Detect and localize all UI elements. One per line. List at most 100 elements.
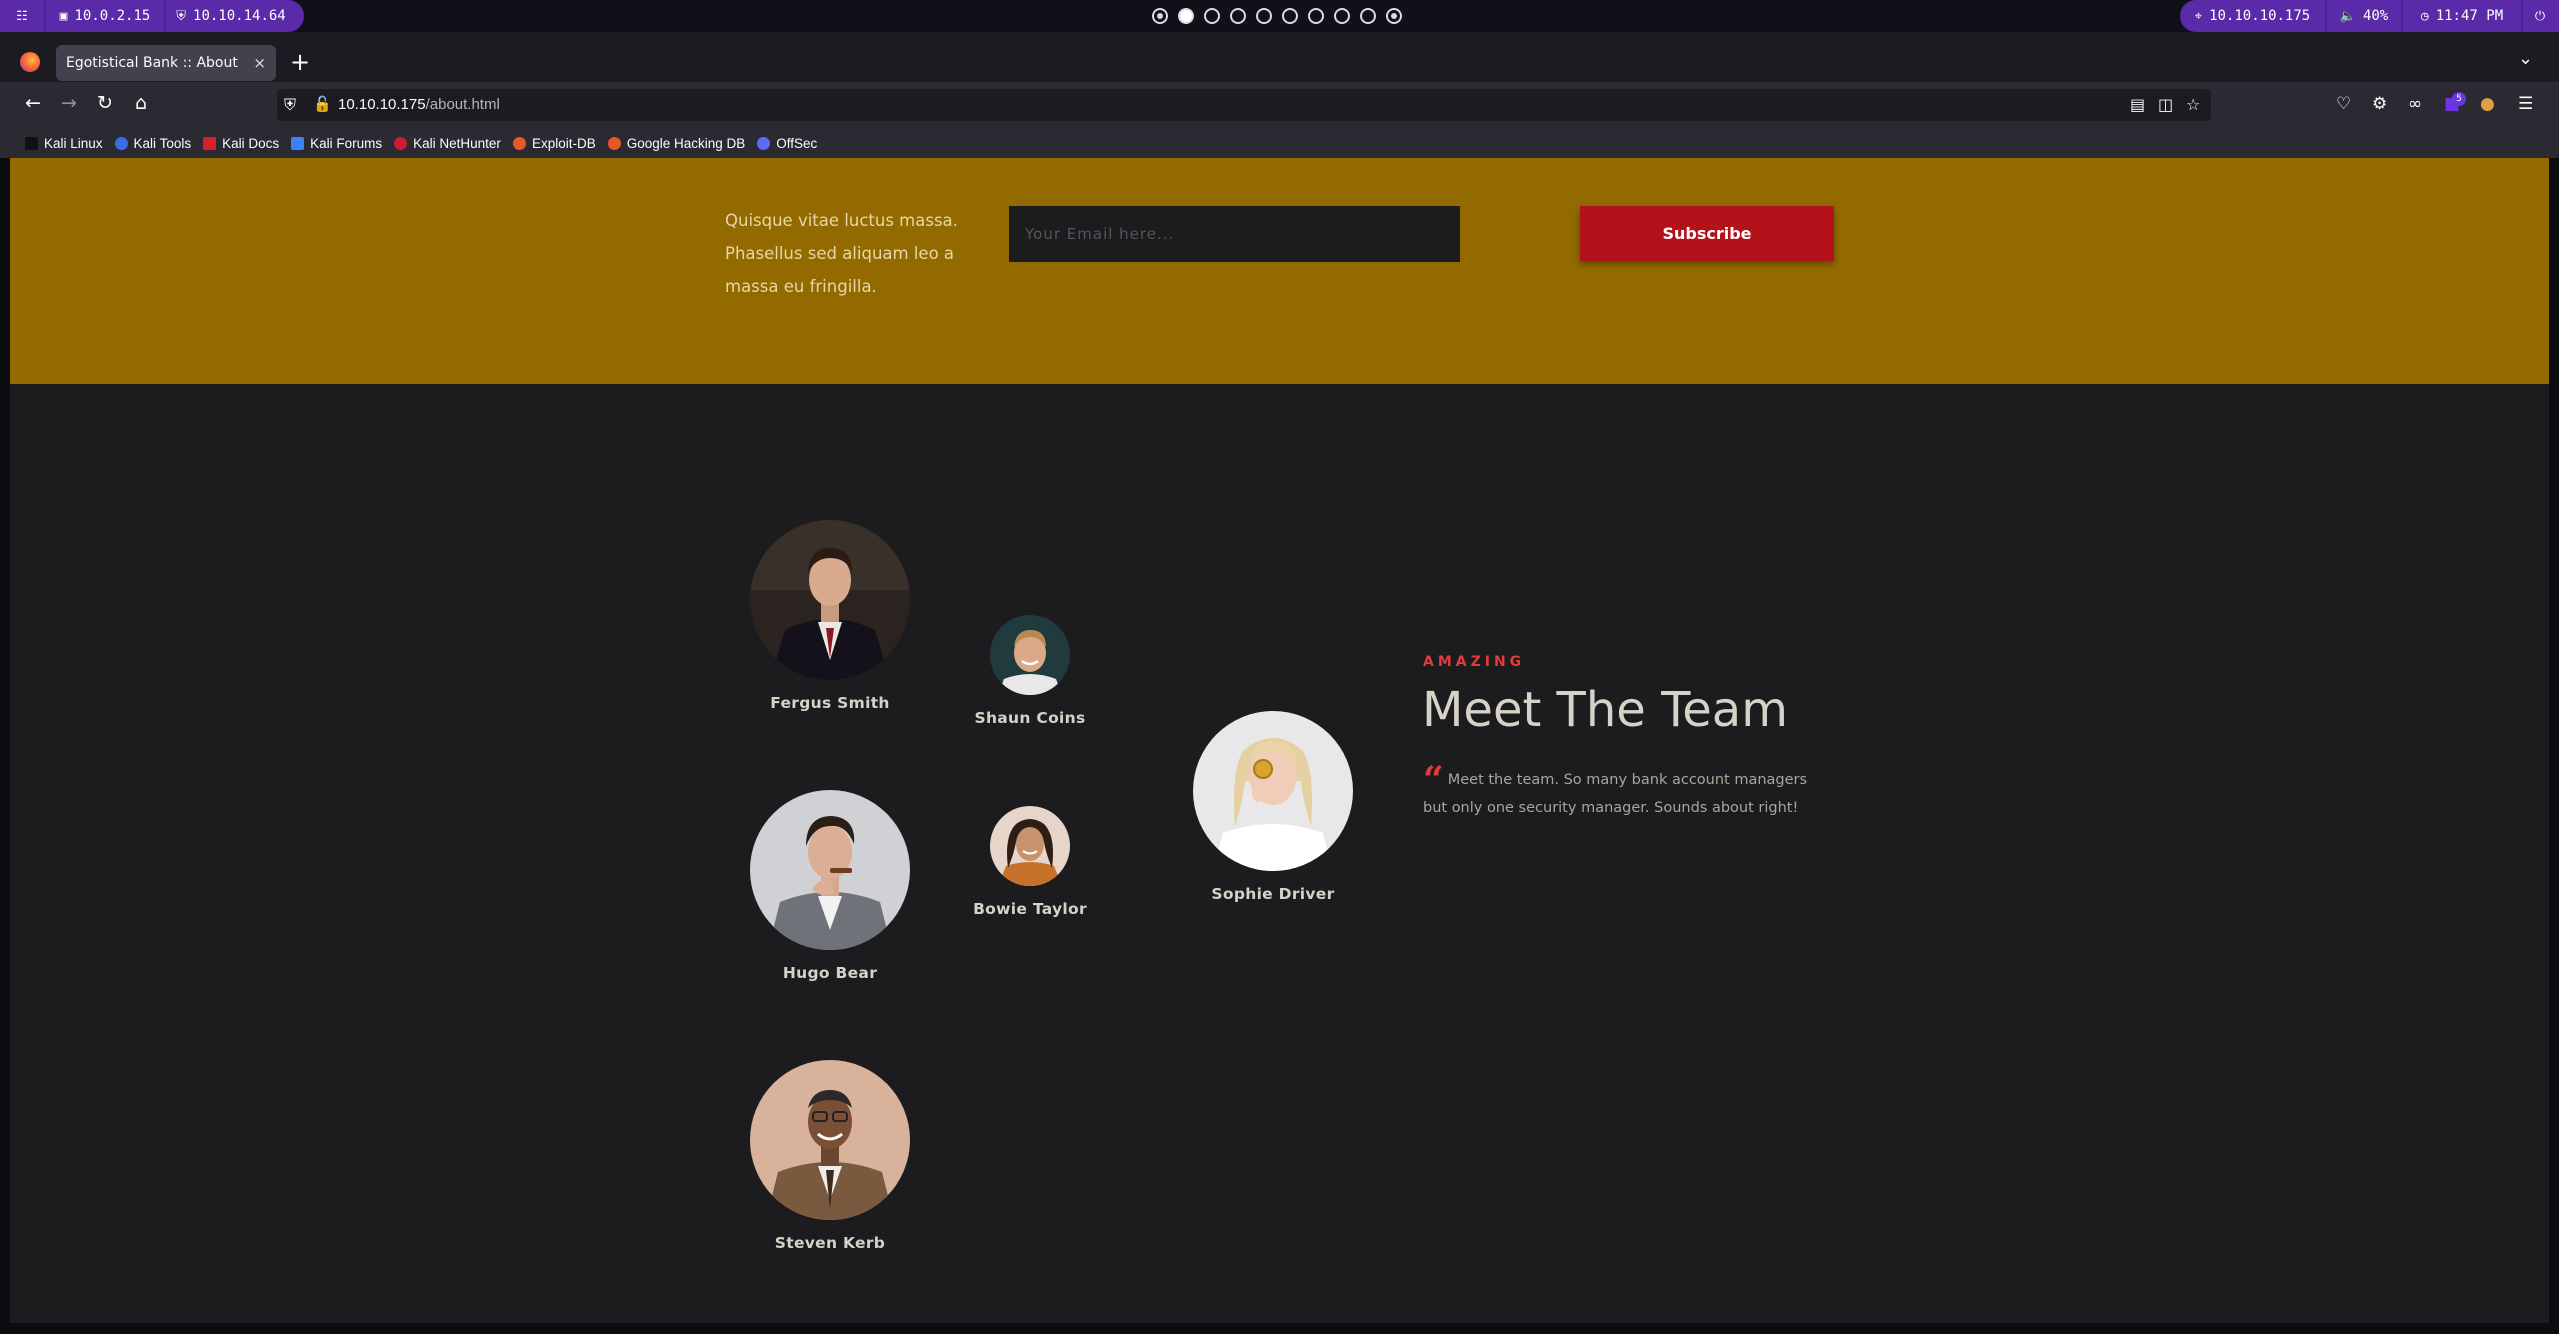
bookmark-kali-linux[interactable]: Kali Linux [25,136,103,151]
foxyproxy-icon[interactable]: ∞ [2408,94,2422,114]
workspace-2[interactable] [1178,8,1194,24]
clock-widget[interactable]: ◷ 11:47 PM [2403,8,2521,24]
bookmark-google-hacking-db[interactable]: Google Hacking DB [607,136,745,151]
forward-icon[interactable]: → [56,92,82,114]
team-member-fergus-smith[interactable]: Fergus Smith [740,520,920,712]
team-description: “Meet the team. So many bank account man… [1423,762,1833,822]
firefox-logo-icon [20,52,40,72]
avatar [990,615,1070,695]
email-input[interactable] [1009,206,1460,262]
new-tab-button[interactable]: + [290,48,310,76]
url-path: /about.html [425,96,500,113]
list-all-tabs-icon[interactable]: ⌄ [2518,48,2533,69]
workspace-8[interactable] [1334,8,1350,24]
clock-label: 11:47 PM [2435,8,2504,24]
url-text[interactable]: 10.10.10.175/about.html [338,96,500,113]
team-member-sophie-driver[interactable]: Sophie Driver [1183,711,1363,903]
volume-label: 40% [2362,8,2389,24]
page-viewport: Quisque vitae luctus massa. Phasellus se… [10,158,2549,1323]
account-avatar-icon[interactable]: ● [2480,94,2495,114]
bookmark-kali-tools[interactable]: Kali Tools [114,136,191,151]
url-bar[interactable] [277,89,2211,121]
kali-docs-icon [203,136,217,150]
bookmarks-toolbar: Kali Linux Kali Tools Kali Docs Kali For… [0,128,2559,158]
team-member-steven-kerb[interactable]: Steven Kerb [740,1060,920,1252]
tab-egotistical-bank[interactable]: Egotistical Bank :: About × [56,45,276,81]
member-name: Fergus Smith [770,694,890,712]
offsec-icon [757,136,771,150]
bookmark-kali-nethunter[interactable]: Kali NetHunter [394,136,501,151]
vpn-ip-widget[interactable]: ⛨ 10.10.14.64 [166,8,296,24]
host-ip-label: 10.0.2.15 [74,8,151,24]
avatar [750,520,910,680]
translate-icon[interactable]: ◫ [2158,95,2173,114]
insecure-lock-icon[interactable]: 🔓 [313,95,332,113]
workspace-6[interactable] [1282,8,1298,24]
tab-close-icon[interactable]: × [253,54,266,72]
team-member-bowie-taylor[interactable]: Bowie Taylor [965,806,1095,918]
team-kicker: AMAZING [1423,654,1526,670]
team-heading: Meet The Team [1422,682,1788,738]
workspace-switcher [1152,8,1402,24]
team-description-text: Meet the team. So many bank account mana… [1423,772,1808,816]
workspace-9[interactable] [1360,8,1376,24]
volume-icon: 🔈 [2339,8,2356,24]
bookmark-kali-forums[interactable]: Kali Forums [291,136,382,151]
ghdb-icon [607,136,621,150]
reload-icon[interactable]: ↻ [92,92,118,114]
member-name: Steven Kerb [774,1234,886,1252]
vpn-shield-icon: ⛨ [176,8,187,24]
power-icon[interactable]: ⏻ [2523,9,2557,24]
member-name: Sophie Driver [1211,885,1335,903]
workspace-1[interactable] [1152,8,1168,24]
avatar [750,790,910,950]
avatar [750,1060,910,1220]
pocket-icon[interactable]: ♡ [2336,94,2351,114]
host-ip-widget[interactable]: ▣ 10.0.2.15 [46,8,164,24]
system-panel: ☷ ▣ 10.0.2.15 ⛨ 10.10.14.64 ⌖ 10.10.10.1… [0,0,2559,32]
member-name: Shaun Coins [974,709,1086,727]
reader-view-icon[interactable]: ▤ [2130,95,2145,114]
bookmark-kali-docs[interactable]: Kali Docs [203,136,279,151]
kali-forums-icon [291,136,305,150]
tracking-protection-shield-icon[interactable]: ⛨ [284,95,296,115]
kali-tools-icon [114,136,128,150]
team-member-shaun-coins[interactable]: Shaun Coins [965,615,1095,727]
subscribe-button[interactable]: Subscribe [1580,206,1834,261]
monitor-icon: ▣ [59,8,68,24]
tab-strip [0,32,2559,82]
volume-widget[interactable]: 🔈 40% [2327,8,2401,24]
member-name: Hugo Bear [782,964,878,982]
member-name: Bowie Taylor [973,900,1087,918]
workspace-3[interactable] [1204,8,1220,24]
vpn-ip-label: 10.10.14.64 [193,8,286,24]
clock-icon: ◷ [2420,8,2429,24]
app-menu-icon[interactable]: ☰ [2518,94,2533,114]
target-ip-widget[interactable]: ⌖ 10.10.10.175 [2180,8,2325,24]
url-host: 10.10.10.175 [338,96,426,113]
workspace-7[interactable] [1308,8,1324,24]
workspace-10[interactable] [1386,8,1402,24]
exploit-db-icon [512,136,526,150]
bookmark-star-icon[interactable]: ☆ [2186,95,2200,114]
panel-right-group: ⌖ 10.10.10.175 🔈 40% ◷ 11:47 PM ⏻ [2180,0,2559,32]
bookmark-offsec[interactable]: OffSec [757,136,817,151]
nethunter-icon [394,136,408,150]
workspace-4[interactable] [1230,8,1246,24]
target-ip-label: 10.10.10.175 [2209,8,2311,24]
subscribe-section: Quisque vitae luctus massa. Phasellus se… [10,158,2549,384]
target-icon: ⌖ [2194,8,2203,24]
quote-icon: “ [1423,759,1444,801]
bookmark-exploit-db[interactable]: Exploit-DB [512,136,596,151]
subscribe-text: Quisque vitae luctus massa. Phasellus se… [725,211,958,296]
avatar [990,806,1070,886]
back-icon[interactable]: ← [20,92,46,114]
menu-grid-icon[interactable]: ☷ [0,9,44,24]
team-member-hugo-bear[interactable]: Hugo Bear [740,790,920,982]
workspace-5[interactable] [1256,8,1272,24]
kali-dragon-icon [25,136,38,150]
avatar [1193,711,1353,871]
home-icon[interactable]: ⌂ [128,92,154,114]
extensions-icon[interactable]: ⚙ [2372,94,2387,114]
panel-left-group: ☷ ▣ 10.0.2.15 ⛨ 10.10.14.64 [0,0,304,32]
